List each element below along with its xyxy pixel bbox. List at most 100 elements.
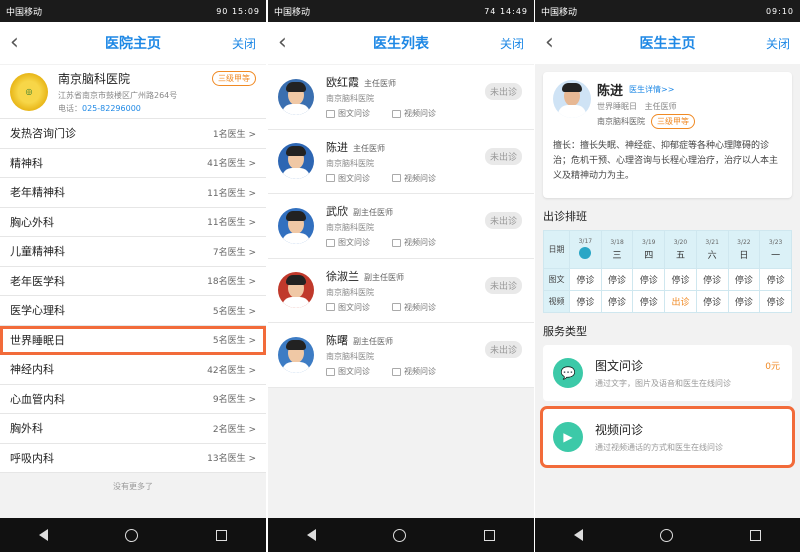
status-bar: 中国移动 09:10 <box>535 0 800 22</box>
doctor-name: 陈进 <box>597 84 624 99</box>
android-nav-bar <box>0 518 266 552</box>
doctor-list-item[interactable]: 欧红霞 主任医师 南京脑科医院 图文问诊 视频问诊 未出诊 <box>268 65 534 130</box>
image-text-icon <box>326 238 335 247</box>
doctor-list: 欧红霞 主任医师 南京脑科医院 图文问诊 视频问诊 未出诊 陈进 主任医师 南京脑科医院 图文问诊… <box>268 65 534 388</box>
schedule-label-date: 日期 <box>543 230 570 269</box>
android-nav-bar <box>535 518 800 552</box>
schedule-cell-text: 停诊 <box>695 268 729 291</box>
page-title: 医生主页 <box>639 36 696 52</box>
department-item[interactable]: 世界睡眠日 5名医生 > <box>0 325 266 355</box>
doctor-count: 7名医生 > <box>212 247 256 258</box>
department-item[interactable]: 老年医学科 18名医生 > <box>0 266 266 296</box>
home-nav-icon[interactable] <box>393 528 407 542</box>
schedule-label-text: 图文 <box>543 268 570 291</box>
page-title: 医生列表 <box>373 36 429 52</box>
close-button[interactable]: 关闭 <box>226 35 256 52</box>
service-desc: 通过视频通话的方式和医生在线问诊 <box>595 443 723 452</box>
doctor-count: 42名医生 > <box>207 365 256 376</box>
doctor-count: 2名医生 > <box>212 424 256 435</box>
doctor-name: 欧红霞 <box>326 76 359 90</box>
doctor-title: 主任医师 <box>364 79 396 89</box>
carrier-label: 中国移动 <box>541 7 578 18</box>
department-item[interactable]: 呼吸内科 13名医生 > <box>0 443 266 473</box>
close-button[interactable]: 关闭 <box>494 35 524 52</box>
department-name: 呼吸内科 <box>10 451 54 465</box>
recents-nav-icon[interactable] <box>484 529 496 541</box>
doctor-list-item[interactable]: 陈进 主任医师 南京脑科医院 图文问诊 视频问诊 未出诊 <box>268 129 534 194</box>
service-video: 视频问诊 <box>404 109 436 119</box>
department-name: 胸外科 <box>10 422 43 436</box>
department-item[interactable]: 发热咨询门诊 1名医生 > <box>0 119 266 149</box>
schedule-date: 3/21 <box>705 238 719 246</box>
doctor-list-item[interactable]: 武欣 副主任医师 南京脑科医院 图文问诊 视频问诊 未出诊 <box>268 194 534 259</box>
schedule-cell-text: 停诊 <box>759 268 792 291</box>
doctor-title: 副主任医师 <box>353 337 393 347</box>
carrier-label: 中国移动 <box>6 7 43 18</box>
service-video: 视频问诊 <box>404 302 436 312</box>
home-nav-icon[interactable] <box>125 528 139 542</box>
service-video-consult[interactable]: ▶ 视频问诊 通过视频通话的方式和医生在线问诊 <box>540 406 795 468</box>
department-name: 发热咨询门诊 <box>10 127 76 141</box>
status-badge: 未出诊 <box>484 341 522 358</box>
doctor-description: 擅长：擅长失眠、神经症、抑郁症等各种心理障碍的诊治；危机干预、心理咨询与长程心理… <box>553 141 779 181</box>
recents-nav-icon[interactable] <box>216 529 228 541</box>
schedule-title: 出诊排班 <box>543 210 587 223</box>
doctor-list-item[interactable]: 徐淑兰 副主任医师 南京脑科医院 图文问诊 视频问诊 未出诊 <box>268 258 534 323</box>
schedule-cell-video[interactable]: 出诊 <box>664 290 697 313</box>
image-text-icon <box>326 367 335 376</box>
doctor-hospital: 南京脑科医院 <box>597 117 645 126</box>
schedule-day: 3/20 五 <box>664 230 697 269</box>
service-name: 视频问诊 <box>595 423 644 437</box>
department-item[interactable]: 神经内科 42名医生 > <box>0 355 266 385</box>
department-item[interactable]: 胸外科 2名医生 > <box>0 414 266 444</box>
doctor-avatar <box>278 78 314 115</box>
service-text-consult[interactable]: 💬 图文问诊 通过文字，图片及语音和医生在线问诊 0元 <box>543 345 792 401</box>
doctor-home-screen: 中国移动 09:10 ‹ 医生主页 关闭 陈进 医生详情>> 世界睡眠日 主任医… <box>535 0 800 552</box>
schedule-weekday: 三 <box>612 250 622 261</box>
doctor-count: 18名医生 > <box>207 277 256 288</box>
grade-badge: 三级甲等 <box>212 70 256 86</box>
doctor-detail-link[interactable]: 医生详情>> <box>629 84 674 95</box>
doctor-dept: 世界睡眠日 <box>597 102 637 111</box>
video-icon <box>392 303 401 312</box>
schedule-day: 3/22 日 <box>727 230 761 269</box>
doctor-avatar <box>278 272 314 309</box>
schedule-cell-video: 停诊 <box>695 290 729 313</box>
home-nav-icon[interactable] <box>659 528 673 542</box>
schedule-date: 3/20 <box>673 238 688 246</box>
schedule-cell-text: 停诊 <box>664 268 697 291</box>
department-item[interactable]: 儿童精神科 7名医生 > <box>0 237 266 267</box>
department-item[interactable]: 医学心理科 5名医生 > <box>0 296 266 326</box>
video-icon <box>392 367 401 376</box>
doctor-count: 11名医生 > <box>207 218 256 229</box>
back-icon[interactable]: ‹ <box>545 32 575 54</box>
back-nav-icon[interactable] <box>38 529 48 541</box>
service-video: 视频问诊 <box>404 238 436 248</box>
recents-nav-icon[interactable] <box>750 529 762 541</box>
doctor-count: 41名医生 > <box>207 159 256 170</box>
department-item[interactable]: 精神科 41名医生 > <box>0 148 266 178</box>
doctor-avatar <box>553 80 591 118</box>
department-item[interactable]: 老年精神科 11名医生 > <box>0 178 266 208</box>
doctor-count: 5名医生 > <box>212 306 256 317</box>
back-nav-icon[interactable] <box>306 529 316 541</box>
department-list: 发热咨询门诊 1名医生 > 精神科 41名医生 > 老年精神科 11名医生 > 胸心外科 11… <box>0 119 266 473</box>
service-name: 图文问诊 <box>595 359 644 373</box>
department-item[interactable]: 心血管内科 9名医生 > <box>0 384 266 414</box>
hospital-phone[interactable]: 025-82296000 <box>82 104 141 113</box>
schedule-cell-video: 停诊 <box>569 290 602 313</box>
department-item[interactable]: 胸心外科 11名医生 > <box>0 207 266 237</box>
doctor-list-item[interactable]: 陈曙 副主任医师 南京脑科医院 图文问诊 视频问诊 未出诊 <box>268 323 534 388</box>
service-text: 图文问诊 <box>338 367 370 377</box>
back-nav-icon[interactable] <box>573 529 583 541</box>
services-title: 服务类型 <box>543 325 587 338</box>
back-icon[interactable]: ‹ <box>10 32 40 54</box>
schedule-cell-text: 停诊 <box>600 268 634 291</box>
department-name: 老年精神科 <box>10 186 65 200</box>
hospital-name: 南京脑科医院 <box>58 71 131 86</box>
hospital-header: ◎ 南京脑科医院 三级甲等 江苏省南京市鼓楼区广州路264号 电话：025-82… <box>0 65 266 119</box>
back-icon[interactable]: ‹ <box>278 32 308 54</box>
close-button[interactable]: 关闭 <box>760 35 790 52</box>
doctor-name: 陈曙 <box>326 334 348 348</box>
schedule-cell-text: 停诊 <box>569 268 602 291</box>
